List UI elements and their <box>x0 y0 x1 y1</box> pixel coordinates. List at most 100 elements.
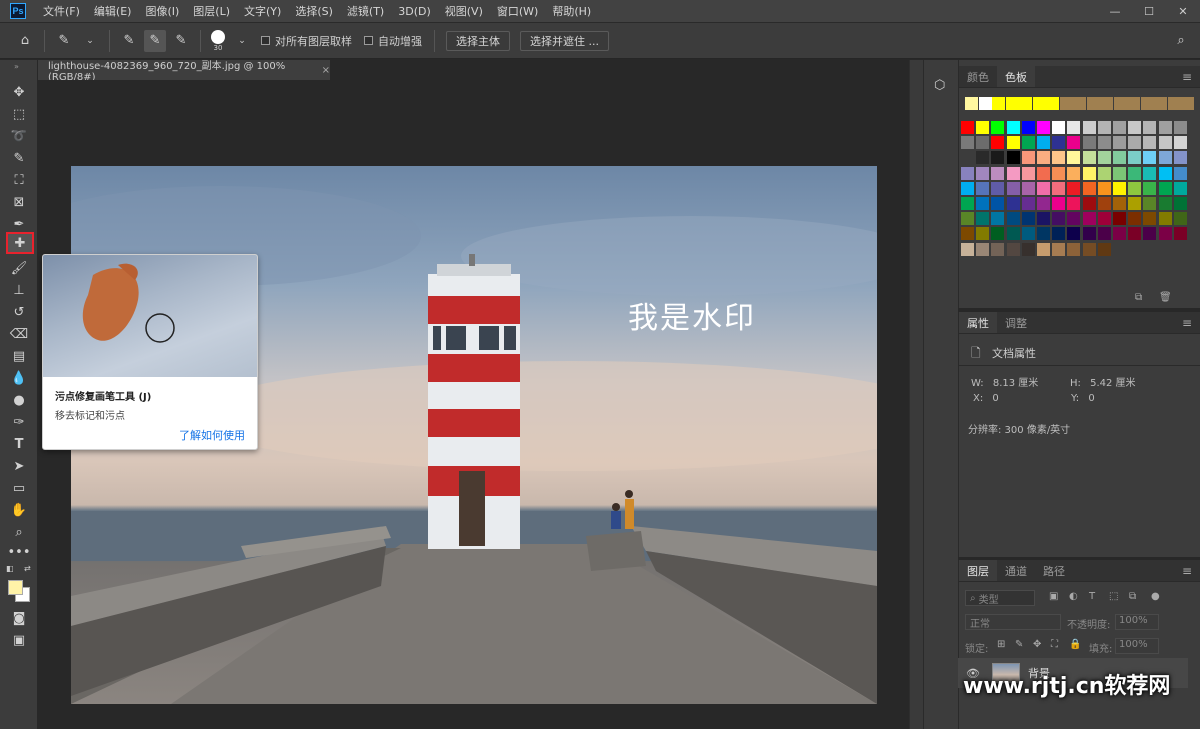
color-swatch[interactable] <box>1052 151 1066 165</box>
maximize-icon[interactable]: ☐ <box>1132 5 1166 18</box>
lasso-tool-icon[interactable]: ➰ <box>9 126 29 146</box>
color-swatch[interactable] <box>976 121 990 134</box>
blend-mode-select[interactable]: 正常 <box>965 614 1061 630</box>
color-swatch[interactable] <box>991 181 1005 195</box>
color-swatch[interactable] <box>1128 197 1142 210</box>
menu-type[interactable]: 文字(Y) <box>237 3 288 19</box>
color-swatch[interactable] <box>1173 212 1187 226</box>
subtract-selection-brush-icon[interactable]: ✎ <box>170 30 192 52</box>
spot-healing-brush-tool-icon[interactable]: ✚ <box>6 232 34 254</box>
color-swatch[interactable] <box>1037 197 1050 210</box>
color-swatch[interactable] <box>1082 151 1096 165</box>
color-swatch[interactable] <box>1158 136 1172 150</box>
filter-toggle-icon[interactable]: ● <box>1151 591 1160 602</box>
color-swatch[interactable] <box>1158 121 1172 134</box>
color-swatch[interactable] <box>976 181 990 195</box>
recent-swatch[interactable] <box>1046 97 1059 110</box>
color-swatch[interactable] <box>991 151 1005 165</box>
recent-swatch[interactable] <box>1113 97 1127 110</box>
minimize-icon[interactable]: — <box>1098 5 1132 18</box>
color-swatch[interactable] <box>1037 136 1050 150</box>
menu-image[interactable]: 图像(I) <box>138 3 186 19</box>
lock-transparency-icon[interactable]: ⊞ <box>997 639 1005 650</box>
crop-tool-icon[interactable]: ⛶ <box>9 170 29 190</box>
color-swatch[interactable] <box>1082 242 1096 256</box>
filter-smart-object-icon[interactable]: ⧉ <box>1129 591 1136 602</box>
menu-layer[interactable]: 图层(L) <box>186 3 237 19</box>
history-brush-tool-icon[interactable]: ↺ <box>9 302 29 322</box>
color-swatch[interactable] <box>1006 242 1020 256</box>
width-value[interactable]: 8.13 厘米 <box>993 378 1038 389</box>
color-swatch[interactable] <box>1143 136 1157 150</box>
color-swatch[interactable] <box>1006 212 1020 226</box>
color-swatch[interactable] <box>1113 197 1126 210</box>
color-swatch[interactable] <box>1082 121 1096 134</box>
color-swatch[interactable] <box>1037 121 1050 134</box>
chevron-down-icon[interactable]: ⌄ <box>231 30 253 52</box>
eraser-tool-icon[interactable]: ⌫ <box>9 324 29 344</box>
menu-filter[interactable]: 滤镜(T) <box>340 3 391 19</box>
color-swatch[interactable] <box>1006 197 1020 210</box>
color-swatch[interactable] <box>1021 181 1035 195</box>
frame-tool-icon[interactable]: ⊠ <box>9 192 29 212</box>
color-swatch[interactable] <box>1067 121 1081 134</box>
color-swatch[interactable] <box>1037 166 1050 180</box>
color-swatch[interactable] <box>1037 242 1050 256</box>
color-swatch[interactable] <box>976 212 990 226</box>
color-swatch[interactable] <box>1067 136 1081 150</box>
color-swatch[interactable] <box>1067 212 1081 226</box>
color-swatch[interactable] <box>1021 242 1035 256</box>
brush-tool-icon[interactable]: 🖌 <box>9 258 29 278</box>
recent-swatch[interactable] <box>965 97 978 110</box>
color-swatch[interactable] <box>976 242 990 256</box>
color-swatch[interactable] <box>1082 166 1096 180</box>
recent-swatch[interactable] <box>1167 97 1181 110</box>
tab-layers[interactable]: 图层 <box>959 560 997 581</box>
color-swatch[interactable] <box>1113 151 1126 165</box>
lock-artboard-icon[interactable]: ⛶ <box>1051 639 1058 650</box>
recent-swatch[interactable] <box>1140 97 1154 110</box>
select-subject-button[interactable]: 选择主体 <box>446 30 510 51</box>
color-swatch[interactable] <box>1143 212 1157 226</box>
foreground-color-swatch[interactable] <box>8 580 23 595</box>
color-swatch[interactable] <box>1037 151 1050 165</box>
quick-mask-icon[interactable]: ◙ <box>9 608 29 628</box>
color-swatch[interactable] <box>961 136 974 150</box>
color-swatch[interactable] <box>1052 166 1066 180</box>
tab-paths[interactable]: 路径 <box>1035 560 1073 581</box>
color-swatch[interactable] <box>1173 197 1187 210</box>
color-swatch[interactable] <box>1143 151 1157 165</box>
filter-adjustment-icon[interactable]: ◐ <box>1069 591 1078 602</box>
color-swatch[interactable] <box>1052 197 1066 210</box>
color-swatch[interactable] <box>1173 151 1187 165</box>
color-swatch[interactable] <box>991 166 1005 180</box>
add-selection-brush-icon[interactable]: ✎ <box>144 29 166 52</box>
color-swatch[interactable] <box>1113 212 1126 226</box>
color-swatch[interactable] <box>1006 121 1020 134</box>
lock-position-icon[interactable]: ✥ <box>1033 639 1041 650</box>
swap-colors-icon[interactable]: ⇄ <box>24 564 31 573</box>
color-swatch[interactable] <box>991 197 1005 210</box>
color-swatch[interactable] <box>1173 181 1187 195</box>
color-swatch[interactable] <box>1173 227 1187 241</box>
color-swatch[interactable] <box>1158 166 1172 180</box>
select-and-mask-button[interactable]: 选择并遮住 ... <box>520 30 609 51</box>
color-swatch[interactable] <box>1128 227 1142 241</box>
color-swatch[interactable] <box>1143 197 1157 210</box>
color-swatch[interactable] <box>1113 166 1126 180</box>
gradient-tool-icon[interactable]: ▤ <box>9 346 29 366</box>
color-swatch[interactable] <box>1037 181 1050 195</box>
color-swatch[interactable] <box>1021 136 1035 150</box>
menu-help[interactable]: 帮助(H) <box>545 3 598 19</box>
color-swatch[interactable] <box>1067 151 1081 165</box>
opacity-input[interactable]: 100% <box>1115 614 1159 630</box>
color-swatch[interactable] <box>961 166 974 180</box>
x-value[interactable]: 0 <box>992 393 998 404</box>
photoshop-logo-icon[interactable]: Ps <box>10 3 26 19</box>
color-swatch[interactable] <box>991 136 1005 150</box>
color-swatch[interactable] <box>961 227 974 241</box>
color-swatch[interactable] <box>976 227 990 241</box>
color-swatch[interactable] <box>1113 227 1126 241</box>
color-swatch[interactable] <box>1158 227 1172 241</box>
color-swatch[interactable] <box>961 197 974 210</box>
